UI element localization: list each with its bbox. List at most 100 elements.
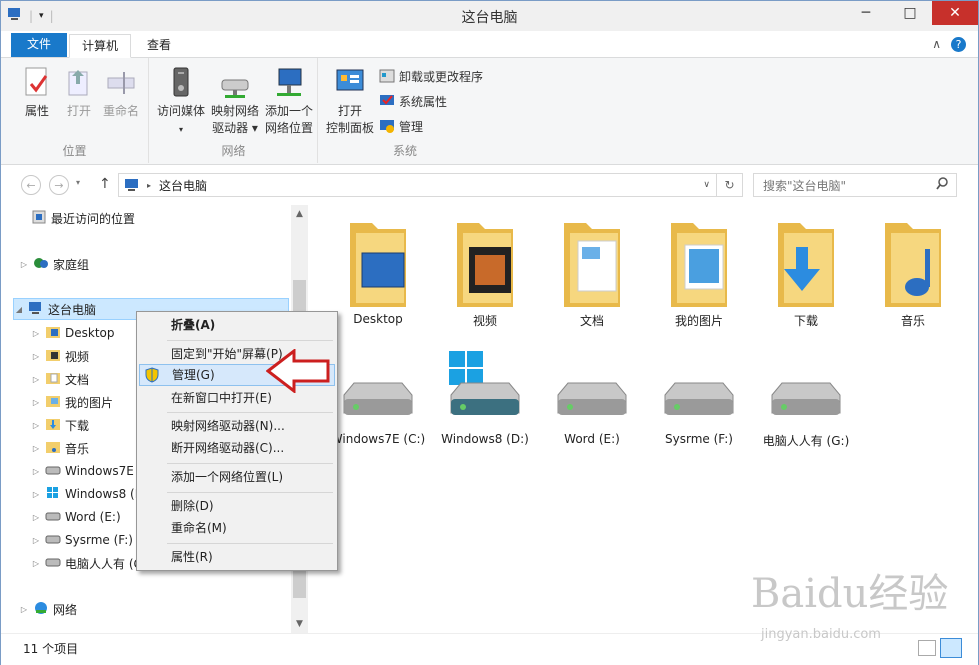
menu-separator <box>167 543 333 544</box>
tree-item-desktop[interactable]: ▷ Desktop <box>31 322 115 344</box>
drive-d[interactable]: Windows8 (D:) <box>435 351 535 446</box>
tree-label: Windows8 (D <box>65 487 144 501</box>
expand-arrow-icon[interactable]: ▷ <box>19 260 29 269</box>
properties-button[interactable]: 属性 <box>15 66 59 120</box>
minimize-button[interactable]: ─ <box>844 1 888 25</box>
folder-documents[interactable]: 文档 <box>542 213 642 329</box>
dropdown-arrow-icon: ▾ <box>178 125 183 134</box>
expand-arrow-icon[interactable]: ▷ <box>31 490 41 499</box>
menu-item-map-drive[interactable]: 映射网络驱动器(N)... <box>139 415 335 437</box>
expand-arrow-icon[interactable]: ▷ <box>31 467 41 476</box>
menu-item-add-network-location[interactable]: 添加一个网络位置(L) <box>139 466 335 488</box>
drive-label: Windows7E (C:) <box>330 432 426 446</box>
folder-downloads[interactable]: 下载 <box>756 213 856 329</box>
folder-desktop[interactable]: Desktop <box>328 213 428 326</box>
breadcrumb-separator-icon[interactable]: ▸ <box>147 181 151 190</box>
folder-music[interactable]: 音乐 <box>863 213 963 329</box>
tree-item-pictures[interactable]: ▷ 我的图片 <box>31 391 113 413</box>
map-drive-button[interactable]: 映射网络 驱动器 ▾ <box>208 66 262 137</box>
videos-folder-icon <box>45 348 61 365</box>
add-network-location-button[interactable]: 添加一个 网络位置 <box>262 66 316 137</box>
system-properties-button[interactable]: 系统属性 <box>379 91 447 111</box>
uninstall-button[interactable]: 卸载或更改程序 <box>379 66 483 86</box>
explorer-window: | ▾ | 这台电脑 ─ □ ✕ 文件 计算机 查看 ∧ ? 属性 打开 重命名… <box>0 0 979 665</box>
access-media-button[interactable]: 访问媒体 ▾ <box>154 66 208 138</box>
menu-item-disconnect-drive[interactable]: 断开网络驱动器(C)... <box>139 437 335 459</box>
downloads-folder-icon <box>778 223 834 307</box>
manage-ribbon-button[interactable]: 管理 <box>379 116 423 136</box>
expand-arrow-icon[interactable]: ▷ <box>31 536 41 545</box>
maximize-button[interactable]: □ <box>888 1 932 25</box>
tree-item-network[interactable]: ▷ 网络 <box>19 598 77 620</box>
tree-item-recent[interactable]: 最近访问的位置 <box>27 207 135 229</box>
expand-arrow-icon[interactable]: ▷ <box>31 444 41 453</box>
expand-arrow-icon[interactable]: ▷ <box>19 605 29 614</box>
tree-item-drive-f[interactable]: ▷ Sysrme (F:) <box>31 529 133 551</box>
menu-item-delete[interactable]: 删除(D) <box>139 495 335 517</box>
tree-label: 音乐 <box>65 441 90 456</box>
documents-folder-icon <box>564 223 620 307</box>
tab-file[interactable]: 文件 <box>11 33 67 57</box>
forward-button[interactable]: → <box>49 175 69 195</box>
back-button[interactable]: ← <box>21 175 41 195</box>
up-button[interactable]: ↑ <box>99 176 111 192</box>
rename-button[interactable]: 重命名 <box>99 66 143 120</box>
uninstall-label: 卸载或更改程序 <box>399 69 484 84</box>
scroll-down-icon[interactable]: ▼ <box>291 619 308 629</box>
hard-drive-icon <box>45 510 61 525</box>
expand-arrow-icon[interactable]: ▷ <box>31 329 41 338</box>
expand-arrow-icon[interactable]: ▷ <box>31 559 41 568</box>
tree-item-videos[interactable]: ▷ 视频 <box>31 345 89 367</box>
recent-dropdown-icon[interactable]: ▾ <box>76 178 80 187</box>
details-view-icon[interactable] <box>918 640 936 656</box>
folder-pictures[interactable]: 我的图片 <box>649 213 749 329</box>
rename-icon <box>107 72 135 94</box>
expand-arrow-icon[interactable]: ▷ <box>31 352 41 361</box>
music-folder-icon <box>885 223 941 307</box>
control-panel-button[interactable]: 打开 控制面板 <box>323 66 377 137</box>
pictures-folder-icon <box>671 223 727 307</box>
tree-item-drive-e[interactable]: ▷ Word (E:) <box>31 506 121 528</box>
scroll-up-icon[interactable]: ▲ <box>291 209 308 219</box>
folder-videos[interactable]: 视频 <box>435 213 535 329</box>
tree-item-documents[interactable]: ▷ 文档 <box>31 368 89 390</box>
drive-g[interactable]: 电脑人人有 (G:) <box>756 373 856 449</box>
large-icons-view-icon[interactable] <box>940 638 962 658</box>
desktop-folder-icon <box>350 223 406 307</box>
tab-view[interactable]: 查看 <box>135 34 183 58</box>
expand-arrow-icon[interactable]: ▷ <box>31 398 41 407</box>
open-icon <box>68 70 88 96</box>
item-count: 11 个项目 <box>23 642 79 656</box>
refresh-icon[interactable]: ↻ <box>716 174 742 196</box>
search-placeholder[interactable]: 搜索"这台电脑" <box>763 177 846 194</box>
drive-e[interactable]: Word (E:) <box>542 373 642 446</box>
open-button[interactable]: 打开 <box>59 66 99 120</box>
address-dropdown-icon[interactable]: ∨ <box>703 180 710 190</box>
tree-item-drive-g[interactable]: ▷ 电脑人人有 (G <box>31 552 143 574</box>
drive-c[interactable]: Windows7E (C:) <box>328 373 428 446</box>
address-path[interactable]: 这台电脑 <box>159 177 207 194</box>
search-box[interactable]: 搜索"这台电脑" <box>753 173 957 197</box>
address-bar[interactable]: ▸ 这台电脑 ∨ ↻ <box>118 173 743 197</box>
folder-label: 文档 <box>579 314 604 328</box>
close-button[interactable]: ✕ <box>932 1 978 25</box>
collapse-arrow-icon[interactable]: ◢ <box>14 305 24 314</box>
help-icon[interactable]: ? <box>951 37 966 52</box>
menu-item-rename[interactable]: 重命名(M) <box>139 517 335 539</box>
tree-item-drive-d[interactable]: ▷ Windows8 (D <box>31 483 144 505</box>
tree-item-homegroup[interactable]: ▷ 家庭组 <box>19 253 89 275</box>
menu-item-collapse[interactable]: 折叠(A) <box>139 314 335 336</box>
search-icon[interactable] <box>936 177 948 194</box>
tab-computer[interactable]: 计算机 <box>69 34 131 58</box>
collapse-ribbon-icon[interactable]: ∧ <box>932 37 941 52</box>
access-media-label: 访问媒体 <box>156 104 205 118</box>
menu-item-properties[interactable]: 属性(R) <box>139 546 335 568</box>
tree-item-music[interactable]: ▷ 音乐 <box>31 437 89 459</box>
tree-item-drive-c[interactable]: ▷ Windows7E ( <box>31 460 142 482</box>
documents-folder-icon <box>45 371 61 388</box>
expand-arrow-icon[interactable]: ▷ <box>31 375 41 384</box>
drive-f[interactable]: Sysrme (F:) <box>649 373 749 446</box>
tree-item-downloads[interactable]: ▷ 下载 <box>31 414 89 436</box>
expand-arrow-icon[interactable]: ▷ <box>31 513 41 522</box>
expand-arrow-icon[interactable]: ▷ <box>31 421 41 430</box>
